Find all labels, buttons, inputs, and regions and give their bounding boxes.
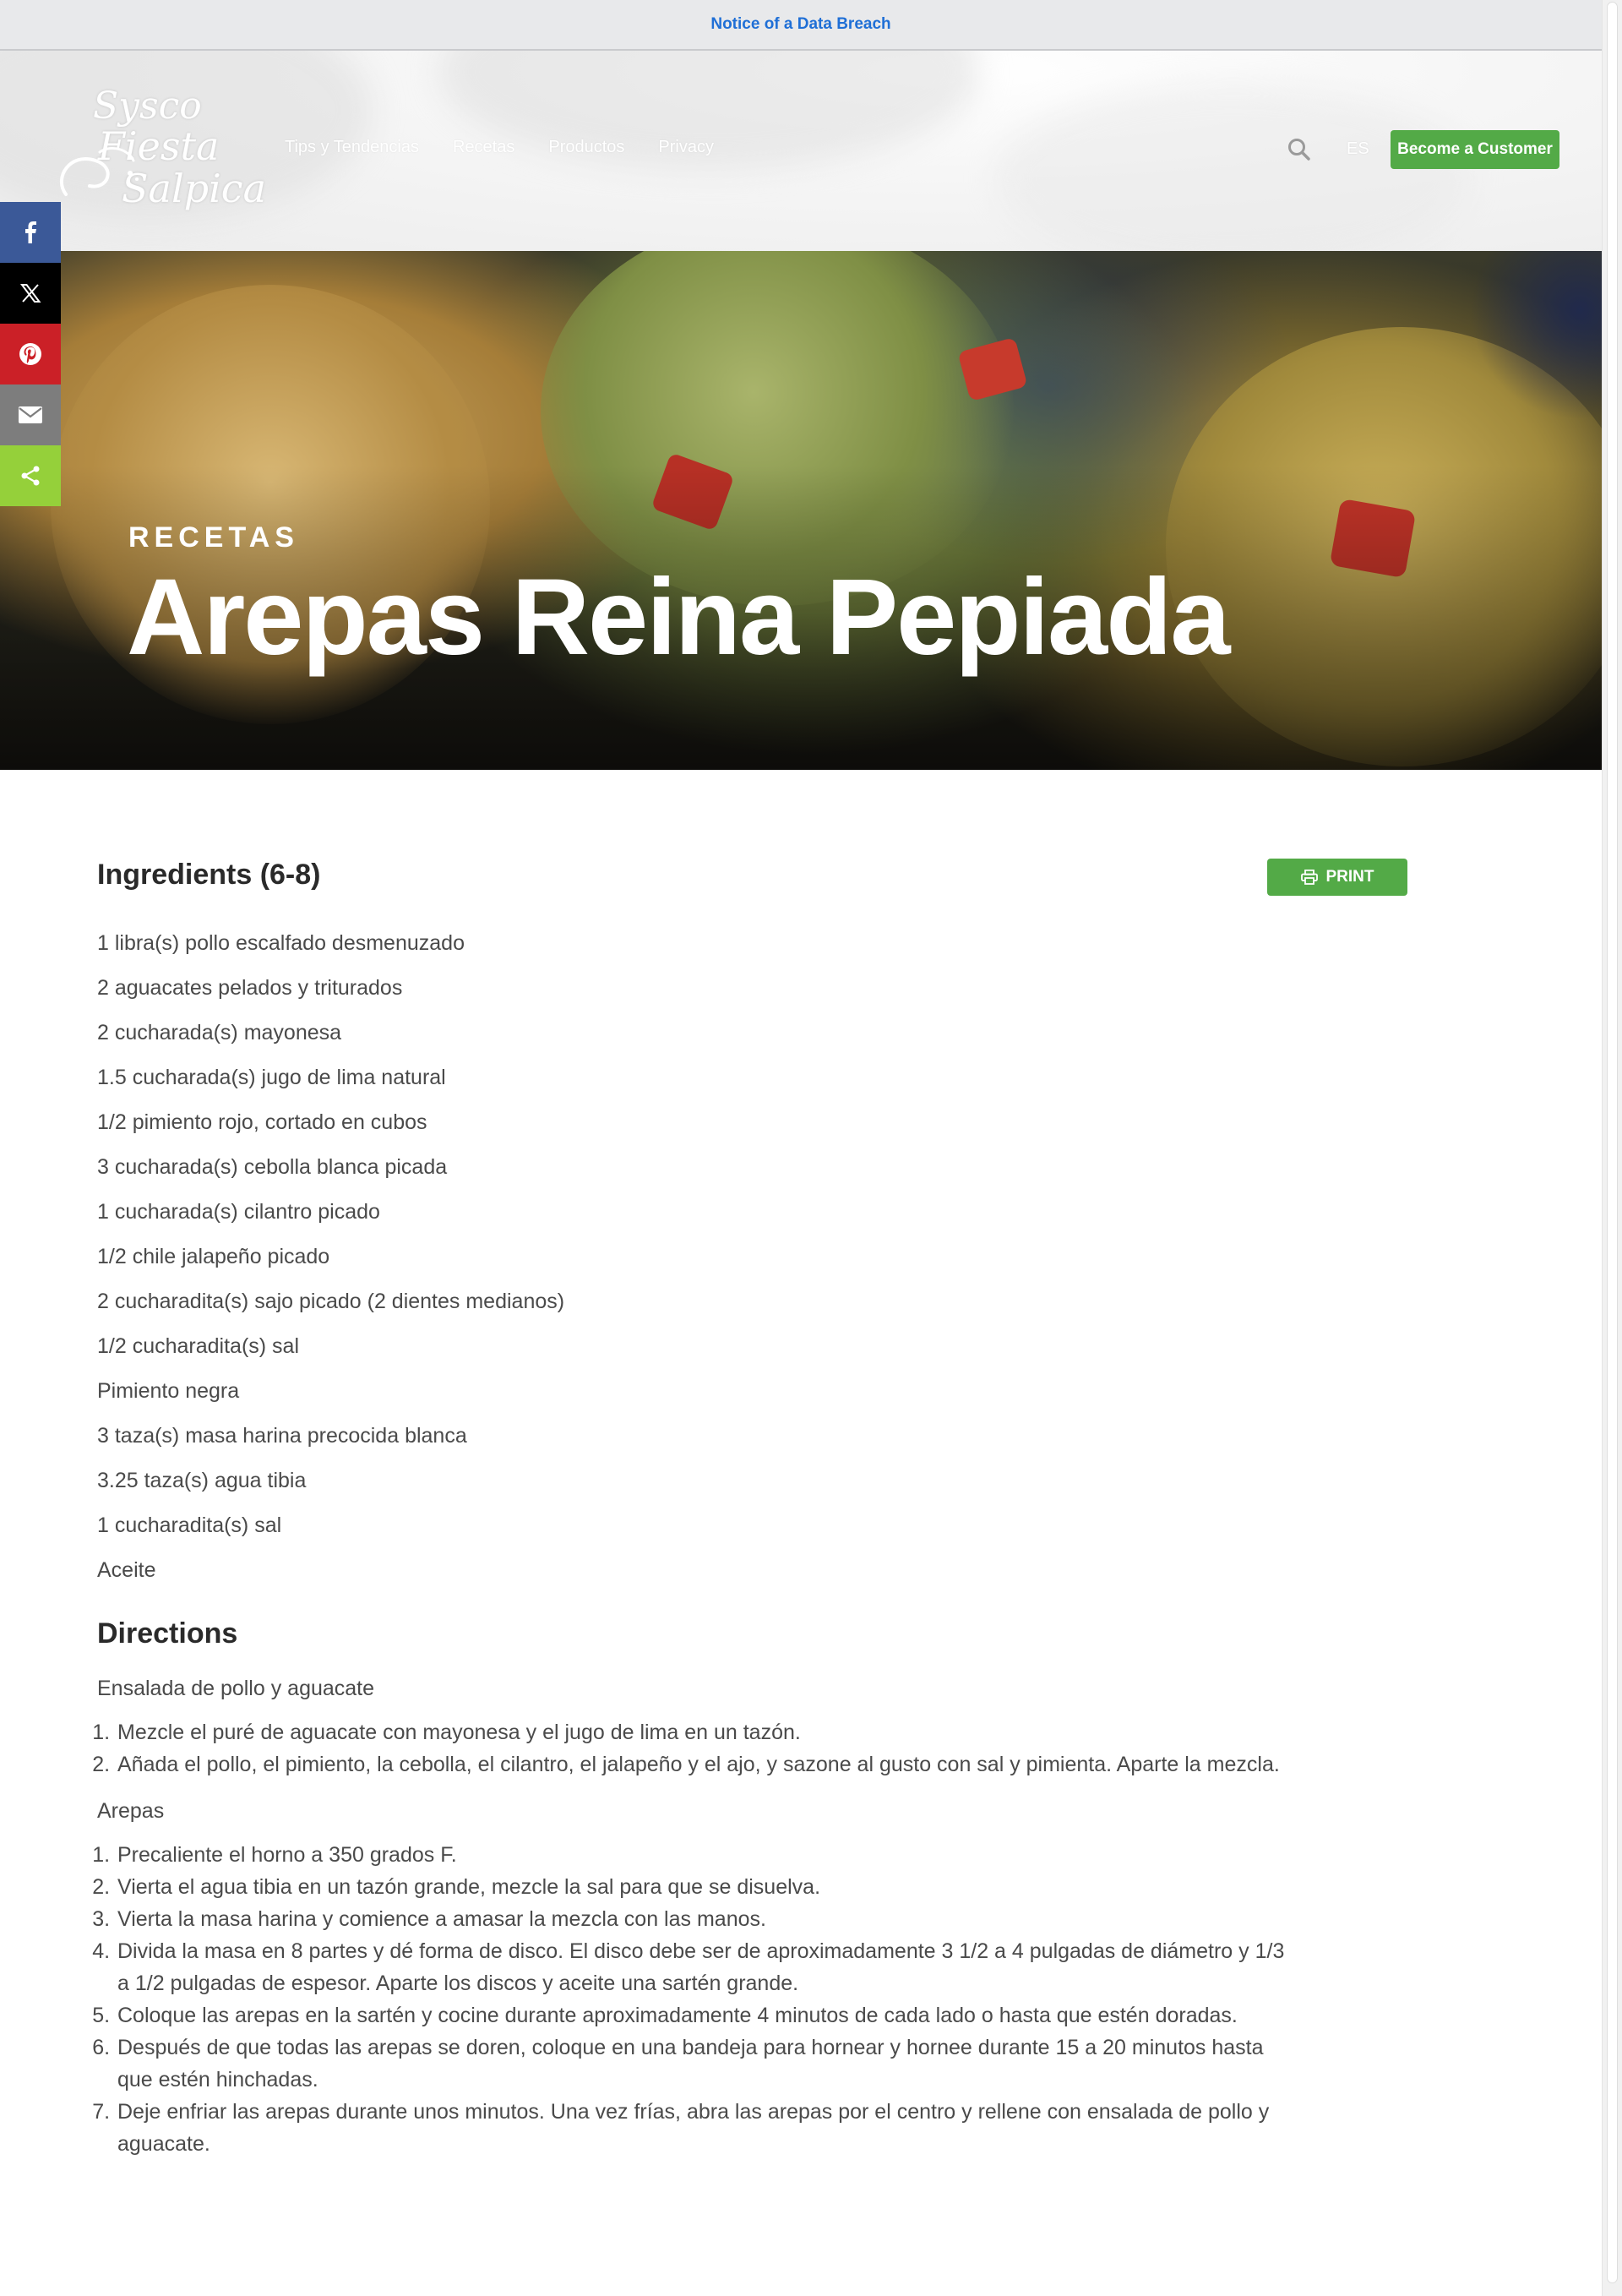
direction-step: Divida la masa en 8 partes y dé forma de… — [116, 1935, 1297, 1999]
nav-item-productos[interactable]: Productos — [548, 138, 624, 157]
email-icon — [19, 406, 42, 423]
become-a-customer-button[interactable]: Become a Customer — [1391, 130, 1559, 169]
ingredient-item: 1 cucharada(s) cilantro picado — [97, 1200, 380, 1224]
print-button-label: PRINT — [1325, 868, 1374, 886]
direction-step: Vierta el agua tibia en un tazón grande,… — [116, 1871, 1297, 1903]
more-share-button[interactable] — [0, 445, 61, 506]
ingredient-item: Pimiento negra — [97, 1379, 240, 1403]
nav-item-tips-y-tendencias[interactable]: Tips y Tendencias — [285, 138, 419, 157]
data-breach-notice-link[interactable]: Notice of a Data Breach — [710, 15, 890, 34]
ingredient-item: 3.25 taza(s) agua tibia — [97, 1469, 307, 1492]
printer-icon — [1300, 870, 1318, 885]
recipe-hero-banner: RECETAS Arepas Reina Pepiada — [0, 251, 1602, 770]
direction-step: Después de que todas las arepas se doren… — [116, 2031, 1297, 2096]
logo-swirl-icon — [60, 147, 139, 196]
pinterest-icon — [19, 343, 41, 365]
ingredient-item: 1.5 cucharada(s) jugo de lima natural — [97, 1066, 446, 1089]
logo-text-sysco: Sysco — [93, 85, 202, 128]
directions-body: Ensalada de pollo y aguacate Mezcle el p… — [97, 1677, 1297, 2179]
directions-heading: Directions — [97, 1617, 238, 1650]
ingredients-list: 1 libra(s) pollo escalfado desmenuzado 2… — [97, 921, 564, 1593]
ingredient-item: 2 cucharadita(s) sajo picado (2 dientes … — [97, 1290, 565, 1313]
ingredients-heading: Ingredients (6-8) — [97, 859, 321, 891]
directions-steps-list: Mezcle el puré de aguacate con mayonesa … — [97, 1716, 1297, 1781]
print-button[interactable]: PRINT — [1267, 859, 1407, 896]
ingredient-item: 3 taza(s) masa harina precocida blanca — [97, 1424, 467, 1448]
ingredient-item: 3 cucharada(s) cebolla blanca picada — [97, 1155, 448, 1179]
direction-step: Mezcle el puré de aguacate con mayonesa … — [116, 1716, 1297, 1748]
direction-step: Precaliente el horno a 350 grados F. — [116, 1839, 1297, 1871]
main-nav: Tips y Tendencias Recetas Productos Priv… — [285, 138, 714, 157]
pinterest-share-button[interactable] — [0, 324, 61, 384]
language-selector[interactable]: ES — [1347, 139, 1369, 159]
direction-step: Deje enfriar las arepas durante unos min… — [116, 2096, 1297, 2160]
directions-section-title: Arepas — [97, 1799, 165, 1823]
facebook-icon — [25, 221, 36, 243]
ingredient-item: 1/2 chile jalapeño picado — [97, 1245, 330, 1268]
ingredient-item: 1 cucharadita(s) sal — [97, 1513, 282, 1537]
ingredient-item: 2 cucharada(s) mayonesa — [97, 1021, 342, 1044]
x-icon — [20, 284, 41, 303]
ingredient-item: 1 libra(s) pollo escalfado desmenuzado — [97, 931, 465, 955]
social-share-sidebar — [0, 202, 61, 506]
search-icon[interactable] — [1287, 137, 1312, 162]
nav-item-privacy[interactable]: Privacy — [658, 138, 714, 157]
directions-section-title: Ensalada de pollo y aguacate — [97, 1677, 375, 1700]
ingredient-item: 1/2 cucharadita(s) sal — [97, 1334, 300, 1358]
ingredient-item: 1/2 pimiento rojo, cortado en cubos — [97, 1110, 427, 1134]
ingredient-item: Aceite — [97, 1558, 156, 1582]
scrollbar-thumb[interactable] — [1607, 2, 1618, 2283]
direction-step: Coloque las arepas en la sartén y cocine… — [116, 1999, 1297, 2031]
email-share-button[interactable] — [0, 384, 61, 445]
share-icon — [21, 466, 40, 486]
ingredient-item: 2 aguacates pelados y triturados — [97, 976, 403, 1000]
page-title: Arepas Reina Pepiada — [127, 557, 1231, 678]
data-breach-notice-bar: Notice of a Data Breach — [0, 0, 1602, 51]
x-share-button[interactable] — [0, 263, 61, 324]
hero-category-kicker: RECETAS — [128, 521, 299, 554]
directions-steps-list: Precaliente el horno a 350 grados F. Vie… — [97, 1839, 1297, 2160]
site-header: Sysco Fiesta Salpica Tips y Tendencias R… — [0, 51, 1602, 251]
page-scrollbar[interactable] — [1602, 0, 1622, 2296]
direction-step: Añada el pollo, el pimiento, la cebolla,… — [116, 1748, 1297, 1781]
sysco-fiesta-salpica-logo[interactable]: Sysco Fiesta Salpica — [49, 85, 266, 228]
nav-item-recetas[interactable]: Recetas — [453, 138, 514, 157]
direction-step: Vierta la masa harina y comience a amasa… — [116, 1903, 1297, 1935]
facebook-share-button[interactable] — [0, 202, 61, 263]
